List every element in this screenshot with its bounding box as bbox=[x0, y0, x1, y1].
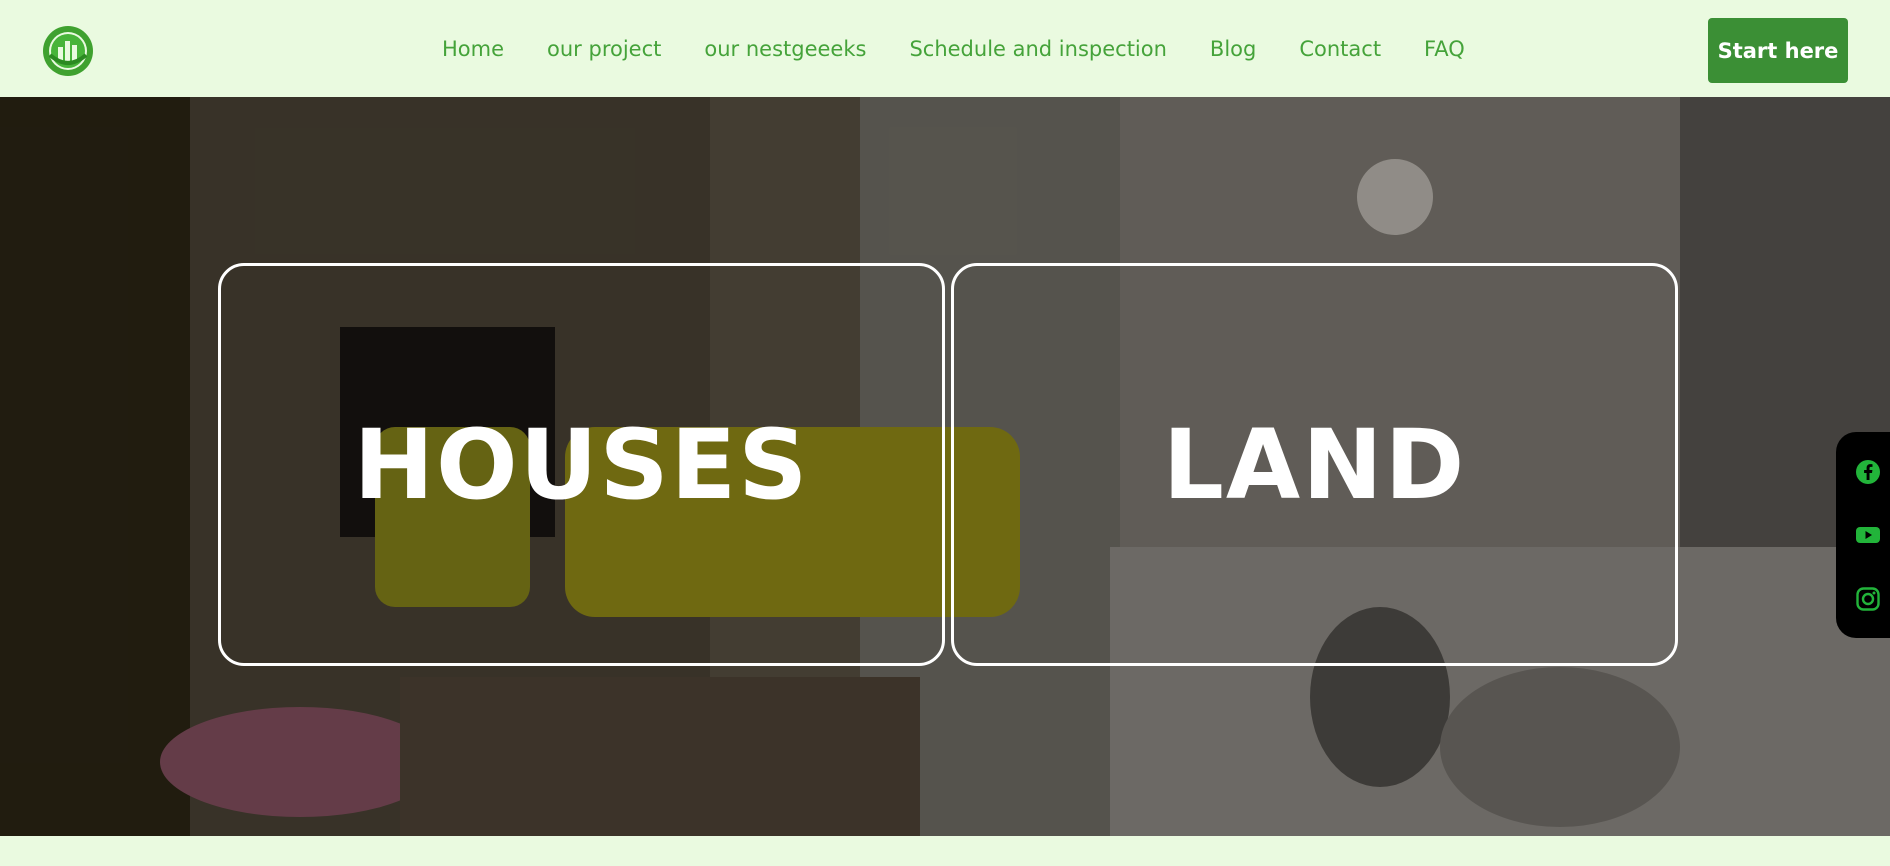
nav-home[interactable]: Home bbox=[442, 37, 504, 61]
hero-section: HOUSES LAND bbox=[0, 97, 1890, 836]
instagram-icon[interactable] bbox=[1855, 586, 1881, 612]
facebook-icon[interactable] bbox=[1855, 459, 1881, 485]
nav-schedule-inspection[interactable]: Schedule and inspection bbox=[909, 37, 1166, 61]
footer-strip bbox=[0, 836, 1890, 866]
logo-icon[interactable] bbox=[42, 25, 94, 77]
nav-our-project[interactable]: our project bbox=[547, 37, 661, 61]
main-nav: Home our project our nestgeeeks Schedule… bbox=[442, 0, 1465, 97]
start-here-button[interactable]: Start here bbox=[1708, 18, 1848, 83]
houses-category-card[interactable]: HOUSES bbox=[218, 263, 945, 666]
nav-our-nestgeeeks[interactable]: our nestgeeeks bbox=[704, 37, 866, 61]
nav-contact[interactable]: Contact bbox=[1299, 37, 1381, 61]
nav-blog[interactable]: Blog bbox=[1210, 37, 1256, 61]
land-category-card[interactable]: LAND bbox=[951, 263, 1678, 666]
houses-label: HOUSES bbox=[353, 408, 810, 521]
youtube-icon[interactable] bbox=[1855, 522, 1881, 548]
land-label: LAND bbox=[1162, 408, 1467, 521]
site-header: Home our project our nestgeeeks Schedule… bbox=[0, 0, 1890, 97]
nav-faq[interactable]: FAQ bbox=[1424, 37, 1465, 61]
social-sidebar bbox=[1836, 432, 1890, 638]
